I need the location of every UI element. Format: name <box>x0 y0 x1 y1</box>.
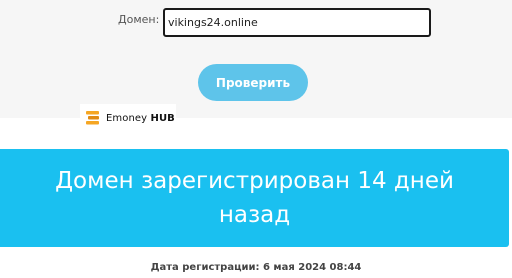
result-banner: Домен зарегистрирован 14 дней назад <box>0 149 509 247</box>
registration-date: Дата регистрации: 6 мая 2024 08:44 <box>150 262 362 273</box>
logo-name-bold: HUB <box>150 112 175 124</box>
result-message: Домен зарегистрирован 14 дней назад <box>55 168 454 228</box>
emoney-logo-icon <box>86 111 99 125</box>
check-button[interactable]: Проверить <box>198 64 308 101</box>
logo-text: Emoney HUB <box>106 113 175 124</box>
domain-label: Домен: <box>118 13 160 26</box>
page: Домен: Проверить Emoney HUB Домен зареги… <box>0 0 512 278</box>
domain-check-form: Домен: Проверить <box>0 0 512 118</box>
domain-input[interactable] <box>163 8 431 37</box>
logo-name: Emoney <box>106 112 151 124</box>
emoney-hub-logo: Emoney HUB <box>80 104 176 132</box>
